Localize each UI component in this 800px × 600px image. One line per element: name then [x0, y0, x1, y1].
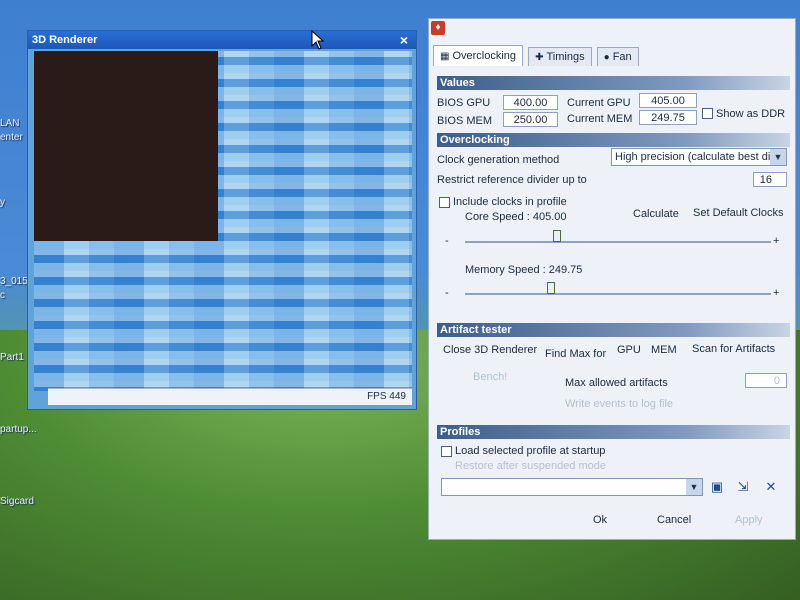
include-clocks-checkbox[interactable] — [439, 197, 450, 208]
scan-artifacts-button[interactable]: Scan for Artifacts — [692, 343, 775, 355]
renderer-title: 3D Renderer — [32, 34, 98, 46]
overclocking-icon: ▦ — [440, 51, 450, 62]
timings-icon: ✚ — [535, 52, 544, 63]
core-speed-label: Core Speed : 405.00 — [465, 211, 567, 223]
fan-icon: ● — [603, 52, 610, 63]
render-black-region — [34, 51, 218, 241]
restrict-divider-spinner[interactable]: 16 — [753, 172, 787, 187]
profile-select[interactable]: ▼ — [441, 478, 703, 496]
desktop-icon-label[interactable]: LAN — [0, 118, 19, 130]
write-events-label: Write events to log file — [565, 398, 674, 410]
load-profile-startup-checkbox[interactable] — [441, 446, 452, 457]
profiles-header: Profiles — [437, 425, 790, 439]
core-slider-minus: - — [445, 235, 449, 247]
restrict-divider-label: Restrict reference divider up to — [437, 174, 587, 186]
tab-overclocking[interactable]: ▦ Overclocking — [433, 45, 524, 66]
show-ddr-label: Show as DDR — [716, 108, 786, 120]
clock-method-value: High precision (calculate best di — [615, 151, 771, 163]
core-slider-plus: + — [773, 235, 780, 247]
apply-button[interactable]: Apply — [735, 514, 763, 526]
desktop-icon-label[interactable]: enter — [0, 132, 23, 144]
desktop-icon-label[interactable]: c — [0, 290, 5, 302]
memory-speed-label: Memory Speed : 249.75 — [465, 264, 583, 276]
core-speed-slider[interactable] — [465, 241, 771, 243]
artifact-tester-header: Artifact tester — [437, 323, 790, 337]
current-gpu-value: 405.00 — [639, 93, 697, 108]
close-icon[interactable]: × — [400, 31, 408, 49]
memory-slider-minus: - — [445, 287, 449, 299]
desktop-icon-label[interactable]: 3_015 — [0, 276, 28, 288]
values-header: Values — [437, 76, 790, 90]
find-max-mem-button[interactable]: MEM — [651, 344, 677, 356]
desktop-icon-label[interactable]: Part1 — [0, 352, 24, 364]
clock-method-select[interactable]: High precision (calculate best di ▼ — [611, 148, 787, 166]
tab-label: Timings — [546, 51, 585, 63]
ok-button[interactable]: Ok — [593, 514, 607, 526]
show-ddr-checkbox[interactable] — [702, 108, 713, 119]
tab-timings[interactable]: ✚ Timings — [528, 47, 592, 66]
set-default-clocks-button[interactable]: Set Default Clocks — [693, 207, 783, 219]
open-profile-icon[interactable]: ⇲ — [735, 479, 751, 495]
bios-gpu-label: BIOS GPU — [437, 97, 491, 109]
max-allowed-value: 0 — [773, 375, 780, 387]
restore-suspended-label: Restore after suspended mode — [455, 460, 607, 472]
fps-readout: FPS 449 — [367, 391, 406, 402]
cancel-button[interactable]: Cancel — [657, 514, 691, 526]
tab-label: Overclocking — [452, 50, 517, 62]
memory-slider-plus: + — [773, 287, 780, 299]
tab-fan[interactable]: ● Fan — [596, 47, 639, 66]
core-speed-slider-thumb[interactable] — [552, 230, 561, 242]
save-profile-icon[interactable]: ▣ — [709, 479, 725, 495]
tab-bar: ▦ Overclocking ✚ Timings ● Fan — [433, 45, 641, 66]
mouse-cursor-icon — [311, 30, 325, 50]
desktop-icon-label[interactable]: y — [0, 197, 5, 209]
bios-mem-value: 250.00 — [503, 112, 558, 127]
memory-speed-slider-thumb[interactable] — [546, 282, 555, 294]
overclocking-header: Overclocking — [437, 133, 790, 147]
calculate-button[interactable]: Calculate — [633, 208, 679, 220]
desktop-icon-label[interactable]: partup... — [0, 424, 37, 436]
renderer-window: 3D Renderer × FPS 449 — [27, 30, 417, 410]
bench-button[interactable]: Bench! — [473, 371, 507, 383]
overclock-dialog: ♦ ▦ Overclocking ✚ Timings ● Fan Values BIO… — [428, 18, 796, 540]
restrict-divider-value: 16 — [759, 174, 772, 186]
desktop-icon-label[interactable]: Sigcard — [0, 496, 34, 508]
bios-mem-label: BIOS MEM — [437, 115, 493, 127]
delete-profile-icon[interactable]: ✕ — [763, 479, 779, 495]
renderer-titlebar[interactable]: 3D Renderer × — [28, 31, 416, 49]
chevron-down-icon[interactable]: ▼ — [686, 479, 702, 495]
max-allowed-field[interactable]: 0 — [745, 373, 787, 388]
render-viewport — [34, 51, 412, 391]
current-mem-value: 249.75 — [639, 110, 697, 125]
bios-gpu-value: 400.00 — [503, 95, 558, 110]
max-allowed-label: Max allowed artifacts — [565, 377, 668, 389]
current-gpu-label: Current GPU — [567, 97, 631, 109]
include-clocks-label: Include clocks in profile — [453, 196, 567, 208]
memory-speed-slider[interactable] — [465, 293, 771, 295]
app-icon: ♦ — [431, 21, 445, 35]
load-profile-startup-label: Load selected profile at startup — [455, 445, 606, 457]
find-max-label: Find Max for — [545, 348, 607, 360]
fps-statusbar: FPS 449 — [48, 388, 412, 405]
tab-label: Fan — [612, 51, 632, 63]
close-3d-renderer-button[interactable]: Close 3D Renderer — [443, 344, 537, 356]
find-max-gpu-button[interactable]: GPU — [617, 344, 641, 356]
clock-method-label: Clock generation method — [437, 154, 560, 166]
chevron-down-icon[interactable]: ▼ — [770, 149, 786, 165]
current-mem-label: Current MEM — [567, 113, 633, 125]
